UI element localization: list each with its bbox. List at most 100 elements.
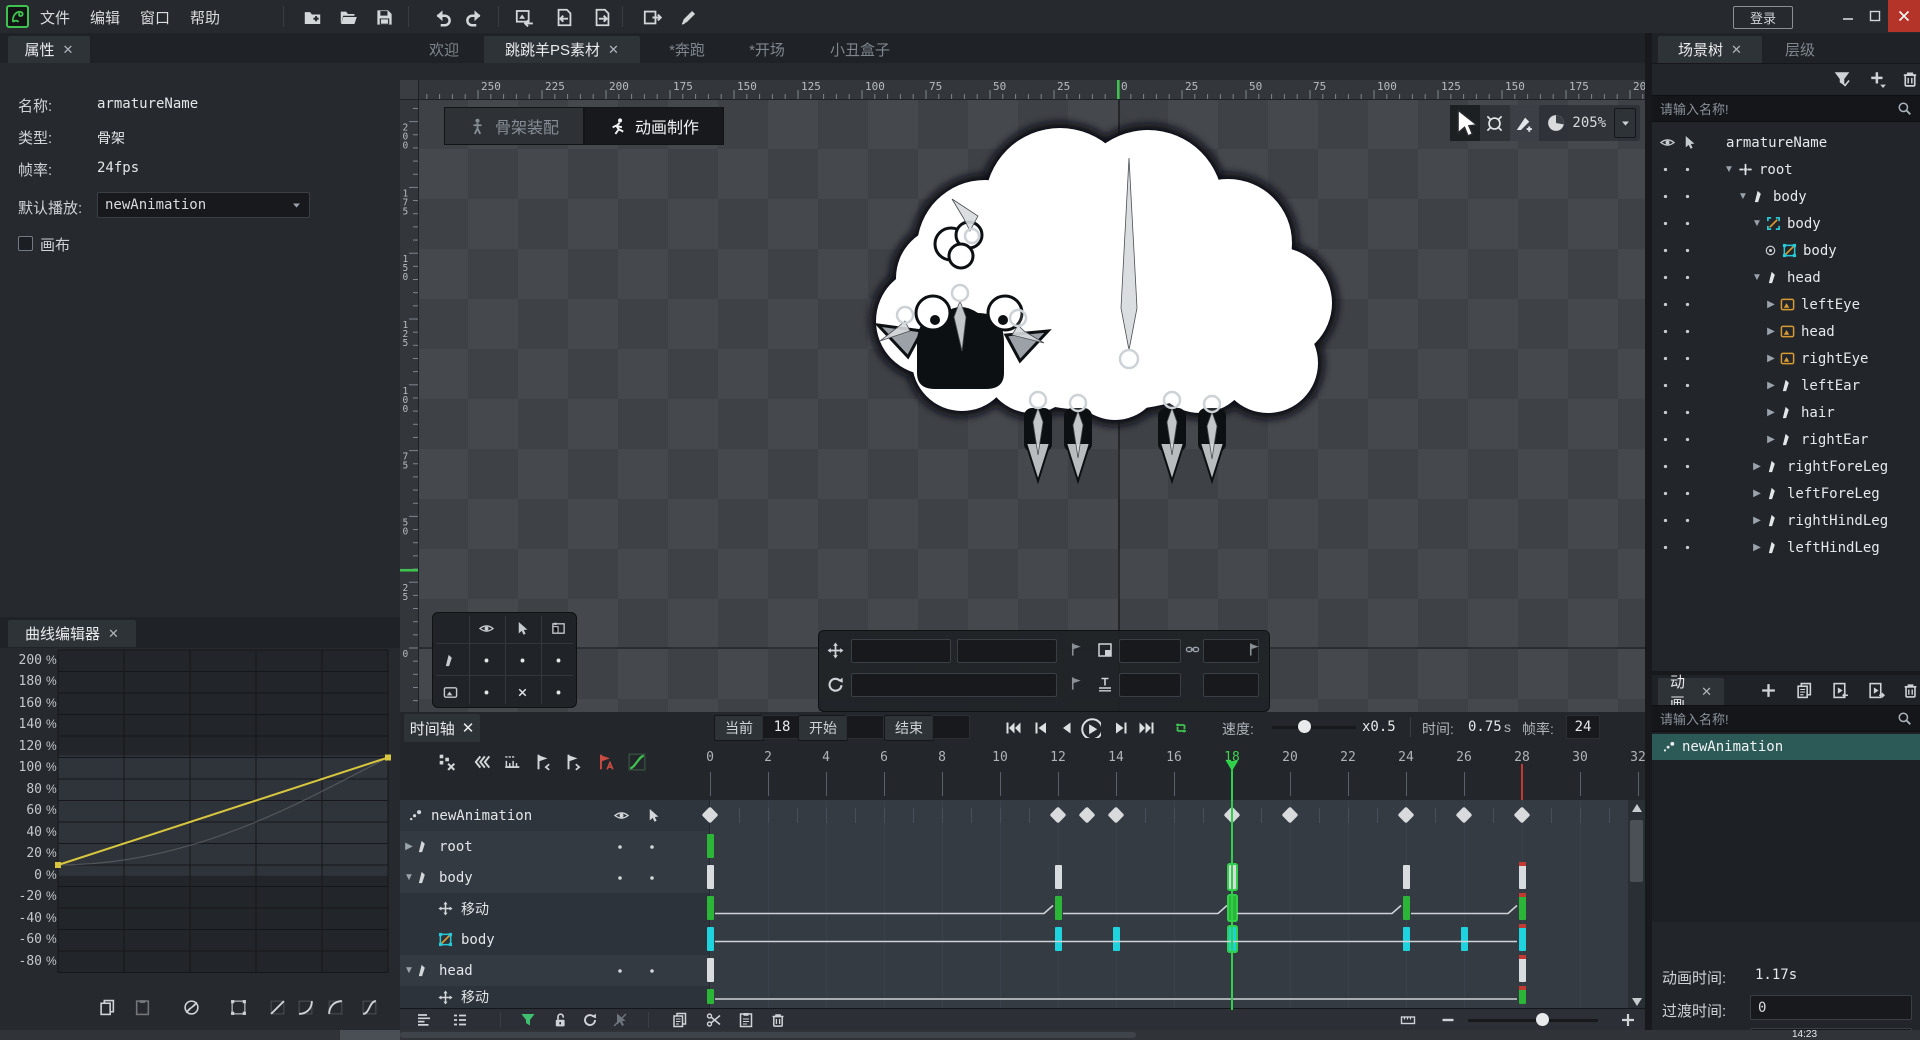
playhead-line[interactable] — [1231, 764, 1233, 1010]
keyframe-frame-24[interactable] — [1402, 896, 1410, 920]
end-frame-value[interactable] — [932, 715, 970, 739]
rotation-field[interactable] — [851, 673, 1057, 697]
ruler-small-button[interactable] — [1396, 1009, 1420, 1031]
preset-ease-out-button[interactable] — [324, 996, 346, 1018]
select-dim-button[interactable] — [608, 1009, 632, 1031]
funnel-green-button[interactable] — [516, 1009, 540, 1031]
keyframe-frame-28[interactable] — [1518, 862, 1526, 889]
fps-value[interactable]: 24 — [1566, 715, 1600, 739]
tree-node-body[interactable]: ▼ body — [1652, 183, 1920, 210]
search-input[interactable]: 请输入名称! — [1652, 95, 1920, 122]
dot-icon[interactable] — [1660, 542, 1671, 553]
keyframe-frame-0[interactable] — [706, 958, 714, 982]
dot-icon[interactable] — [552, 686, 565, 699]
close-panel-icon[interactable]: ✕ — [1731, 42, 1742, 58]
preset-linear-button[interactable] — [227, 996, 249, 1018]
playhead-marker[interactable] — [1226, 758, 1238, 771]
zoom-dropdown-button[interactable] — [1614, 108, 1636, 138]
dot-icon[interactable] — [1682, 299, 1693, 310]
plus-button[interactable] — [1616, 1009, 1640, 1031]
dot-icon[interactable] — [1682, 326, 1693, 337]
dot-icon[interactable] — [646, 965, 658, 977]
create-bone-tool-button[interactable] — [1509, 105, 1540, 141]
keyframe-frame-0[interactable] — [706, 989, 714, 1004]
paste-button[interactable] — [131, 996, 153, 1018]
expander-icon[interactable]: ▼ — [1722, 164, 1736, 175]
new-file-button[interactable] — [300, 5, 324, 29]
list-lines-button[interactable] — [448, 1009, 472, 1031]
tree-node-leftEye[interactable]: ▶ leftEye — [1652, 291, 1920, 318]
trash-button[interactable] — [766, 1009, 790, 1031]
keyframe-frame-14[interactable] — [1112, 927, 1120, 951]
track-label[interactable]: 移动 — [400, 893, 710, 924]
doc-tab-2[interactable]: *奔跑 — [652, 36, 722, 63]
tree-node-body[interactable]: body — [1652, 237, 1920, 264]
lock-open-button[interactable] — [548, 1009, 572, 1031]
minimize-button[interactable] — [1834, 0, 1861, 32]
dot-icon[interactable] — [1660, 461, 1671, 472]
dot-icon[interactable] — [1682, 434, 1693, 445]
track-label[interactable]: body — [400, 924, 710, 955]
dot-icon[interactable] — [1682, 245, 1693, 256]
scroll-up-button[interactable] — [1628, 800, 1645, 816]
scroll-thumb[interactable] — [1630, 820, 1643, 882]
current-frame-value[interactable]: 18 — [762, 715, 802, 739]
sync-button[interactable] — [578, 1009, 602, 1031]
tree-node-rightForeLeg[interactable]: ▶ rightForeLeg — [1652, 453, 1920, 480]
keyframe-diamond-frame-26[interactable] — [1455, 806, 1473, 824]
dot-icon[interactable] — [1660, 515, 1671, 526]
start-frame-value[interactable] — [846, 715, 884, 739]
tab-hierarchy[interactable]: 层级 — [1768, 36, 1832, 63]
close-panel-icon[interactable]: ✕ — [108, 626, 119, 642]
expander-icon[interactable]: ▶ — [1764, 380, 1778, 391]
preset-line-button[interactable] — [266, 996, 288, 1018]
expander-icon[interactable]: ▼ — [402, 872, 416, 883]
x-skew-field[interactable] — [1119, 673, 1181, 697]
toggle-cell[interactable] — [469, 677, 504, 707]
keyframe-frame-28[interactable] — [1518, 955, 1526, 982]
tree-node-leftEar[interactable]: ▶ leftEar — [1652, 372, 1920, 399]
mode-rig-button[interactable]: 骨架装配 — [444, 107, 584, 145]
doc-tab-4[interactable]: 小丑盒子 — [812, 36, 908, 63]
cursor-icon[interactable] — [1682, 135, 1697, 150]
trash-button[interactable] — [1898, 67, 1920, 91]
expander-icon[interactable]: ▶ — [1750, 461, 1764, 472]
speed-slider-knob[interactable] — [1298, 720, 1311, 733]
keyframe-frame-28[interactable] — [1518, 893, 1526, 920]
dot-icon[interactable] — [614, 965, 626, 977]
expander-icon[interactable]: ▶ — [1764, 434, 1778, 445]
menu-2[interactable]: 窗口 — [140, 7, 170, 28]
tab-scene-tree[interactable]: 场景树 ✕ — [1658, 36, 1762, 63]
anim-field-input-1[interactable]: 0 — [1750, 995, 1912, 1020]
expander-icon[interactable]: ▼ — [402, 965, 416, 976]
keyframe-frame-28[interactable] — [1518, 924, 1526, 951]
dot-icon[interactable] — [1682, 164, 1693, 175]
dot-icon[interactable] — [1660, 272, 1671, 283]
mode-animate-button[interactable]: 动画制作 — [584, 107, 724, 145]
tree-node-leftForeLeg[interactable]: ▶ leftForeLeg — [1652, 480, 1920, 507]
dot-icon[interactable] — [1682, 542, 1693, 553]
expander-icon[interactable]: ▶ — [402, 841, 416, 852]
link-scale-icon-icon[interactable] — [1185, 642, 1200, 657]
import-image-button[interactable] — [512, 5, 536, 29]
track-keys[interactable] — [706, 986, 1645, 1008]
keyframe-frame-24[interactable] — [1402, 927, 1410, 951]
frame-ruler-button[interactable] — [500, 750, 524, 774]
texture-edit-button[interactable] — [676, 5, 700, 29]
toggle-cell[interactable] — [469, 645, 504, 675]
keyframe-diamond-frame-12[interactable] — [1049, 806, 1067, 824]
default-play-select[interactable]: newAnimation — [97, 192, 310, 218]
stage-canvas[interactable]: 250 225 200 175 150 125 100 75 50 25 0 25 50 75 100 125… — [400, 63, 1645, 712]
page-paste-button[interactable] — [734, 1009, 758, 1031]
track-keys[interactable] — [701, 800, 1645, 831]
dot-icon[interactable] — [1660, 191, 1671, 202]
dot-icon[interactable] — [646, 872, 658, 884]
tree-node-head[interactable]: ▶ head — [1652, 318, 1920, 345]
save-file-button[interactable] — [372, 5, 396, 29]
x-position-field[interactable] — [851, 639, 951, 663]
visible-target-icon[interactable] — [1764, 244, 1777, 257]
canvas-checkbox[interactable] — [18, 236, 33, 251]
close-panel-icon[interactable]: ✕ — [63, 42, 74, 58]
tree-node-rightHindLeg[interactable]: ▶ rightHindLeg — [1652, 507, 1920, 534]
keyframe-diamond-frame-14[interactable] — [1107, 806, 1125, 824]
